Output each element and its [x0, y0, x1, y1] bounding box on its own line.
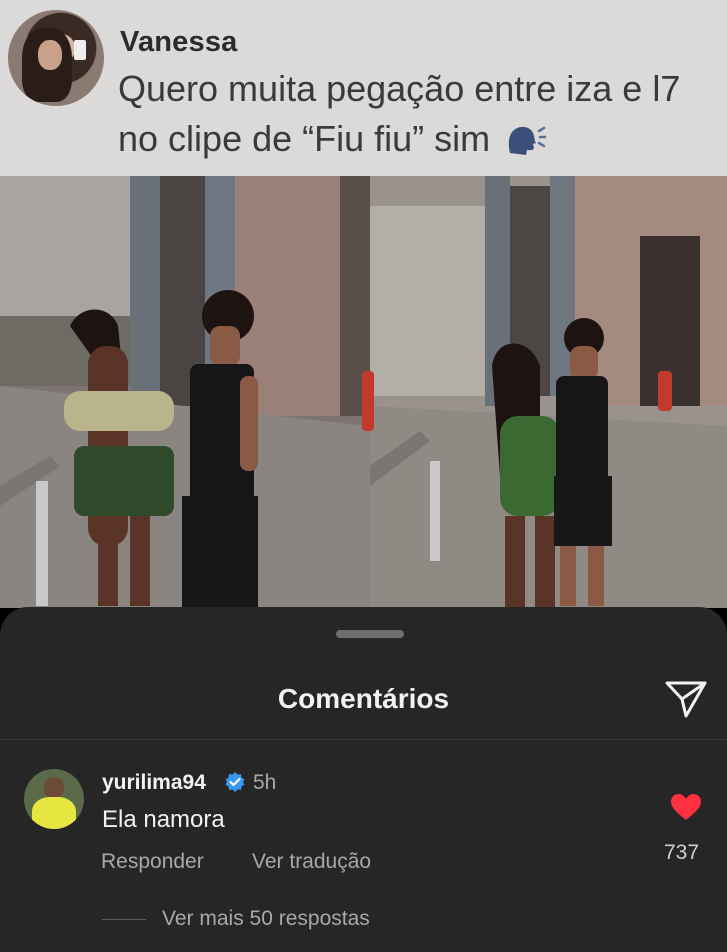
tweet-author-name: Vanessa	[120, 26, 238, 58]
reply-button[interactable]: Responder	[101, 850, 204, 874]
commenter-avatar[interactable]	[24, 769, 84, 829]
tweet-card: Vanessa Quero muita pegação entre iza e …	[0, 0, 727, 176]
speaking-head-icon	[506, 120, 548, 170]
verified-badge-icon	[225, 772, 245, 792]
comments-sheet: Comentários yurilima94 5h Ela namora Res…	[0, 607, 727, 952]
heart-icon[interactable]	[670, 793, 702, 821]
tweet-author-avatar	[8, 10, 104, 106]
sheet-divider	[0, 739, 727, 740]
sheet-drag-handle[interactable]	[336, 630, 404, 638]
see-translation-button[interactable]: Ver tradução	[252, 850, 371, 874]
comment-text: Ela namora	[102, 806, 225, 833]
send-icon[interactable]	[664, 679, 708, 719]
tweet-text: Quero muita pegação entre iza e l7 no cl…	[118, 64, 718, 170]
replies-connector-line	[102, 919, 146, 920]
post-photo	[0, 176, 727, 608]
tweet-text-content: Quero muita pegação entre iza e l7 no cl…	[118, 68, 681, 159]
comments-title: Comentários	[277, 683, 450, 714]
comment-time: 5h	[253, 771, 277, 794]
comment-username[interactable]: yurilima94	[102, 771, 206, 795]
like-count: 737	[664, 841, 700, 864]
view-more-replies-button[interactable]: Ver mais 50 respostas	[162, 907, 370, 931]
